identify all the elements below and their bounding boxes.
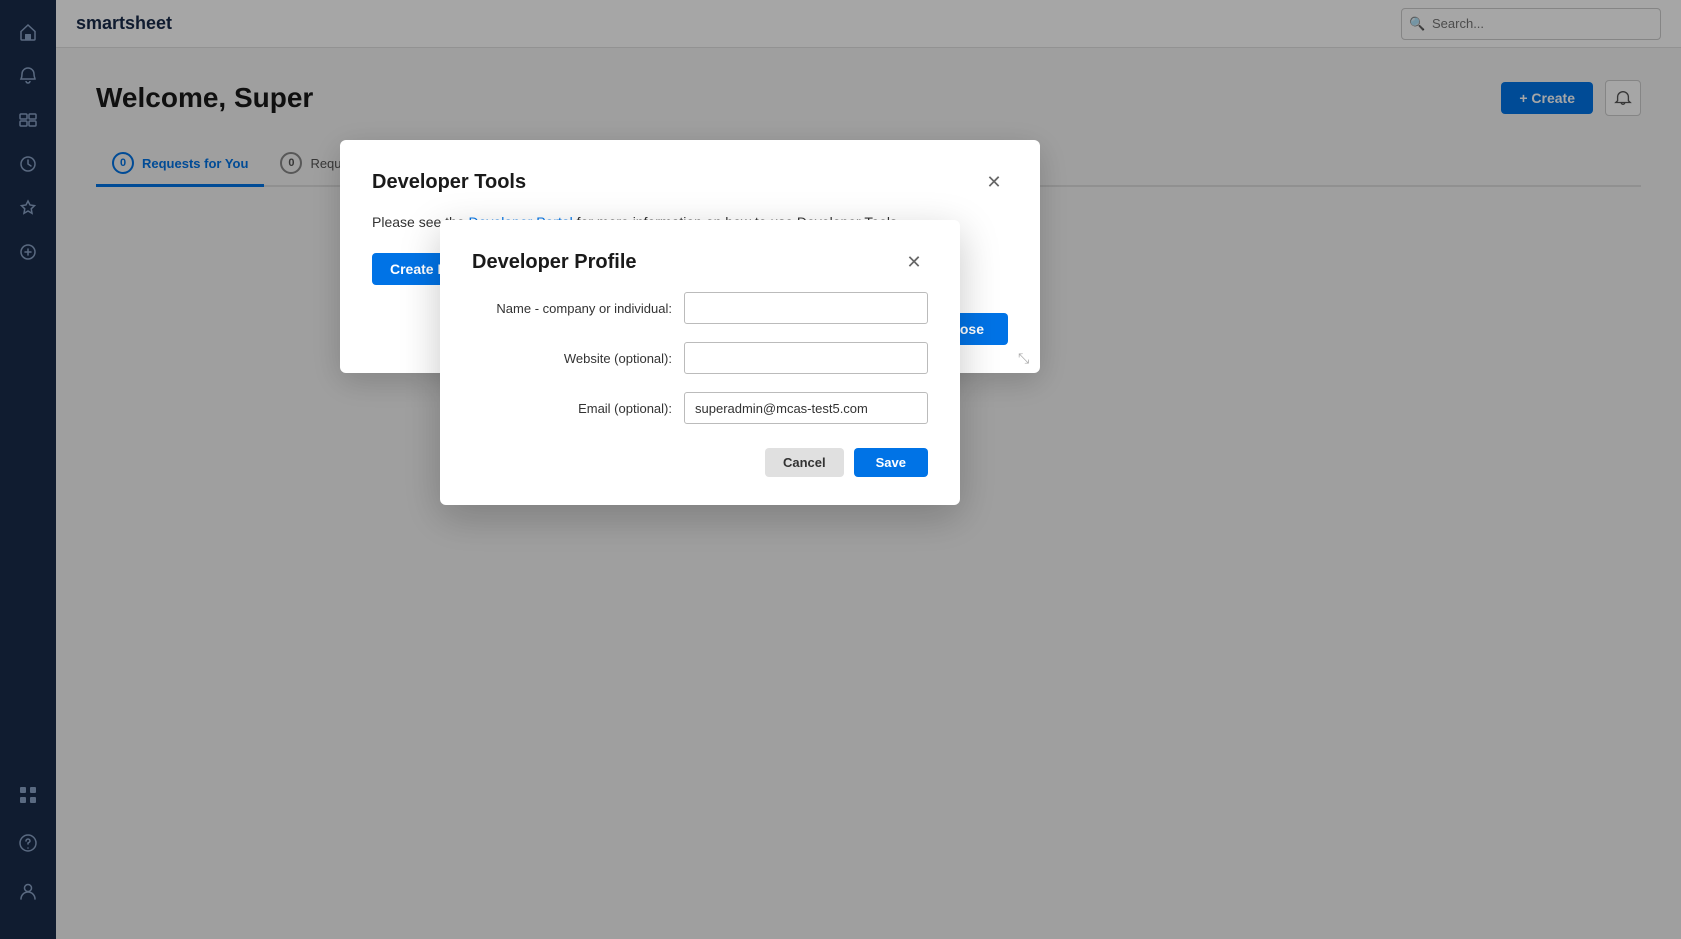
form-label-website: Website (optional): <box>472 351 672 366</box>
website-input[interactable] <box>684 342 928 374</box>
developer-profile-dialog: Developer Profile ✕ Name - company or in… <box>440 220 960 505</box>
dev-profile-header: Developer Profile ✕ <box>472 248 928 276</box>
save-button[interactable]: Save <box>854 448 928 477</box>
form-row-email: Email (optional): <box>472 392 928 424</box>
dev-tools-title: Developer Tools <box>372 171 526 194</box>
form-row-website: Website (optional): <box>472 342 928 374</box>
form-label-name: Name - company or individual: <box>472 301 672 316</box>
dev-profile-title: Developer Profile <box>472 251 637 274</box>
resize-handle[interactable]: ⤡ <box>1018 351 1032 365</box>
cancel-button[interactable]: Cancel <box>765 448 844 477</box>
form-label-email: Email (optional): <box>472 401 672 416</box>
modal-overlay: Developer Tools ✕ Please see the Develop… <box>0 0 1681 939</box>
dev-profile-close-button[interactable]: ✕ <box>900 248 928 276</box>
dev-tools-header: Developer Tools ✕ <box>372 168 1008 196</box>
email-input[interactable] <box>684 392 928 424</box>
name-input[interactable] <box>684 292 928 324</box>
dev-profile-footer: Cancel Save <box>472 448 928 477</box>
form-row-name: Name - company or individual: <box>472 292 928 324</box>
dev-tools-close-button[interactable]: ✕ <box>980 168 1008 196</box>
